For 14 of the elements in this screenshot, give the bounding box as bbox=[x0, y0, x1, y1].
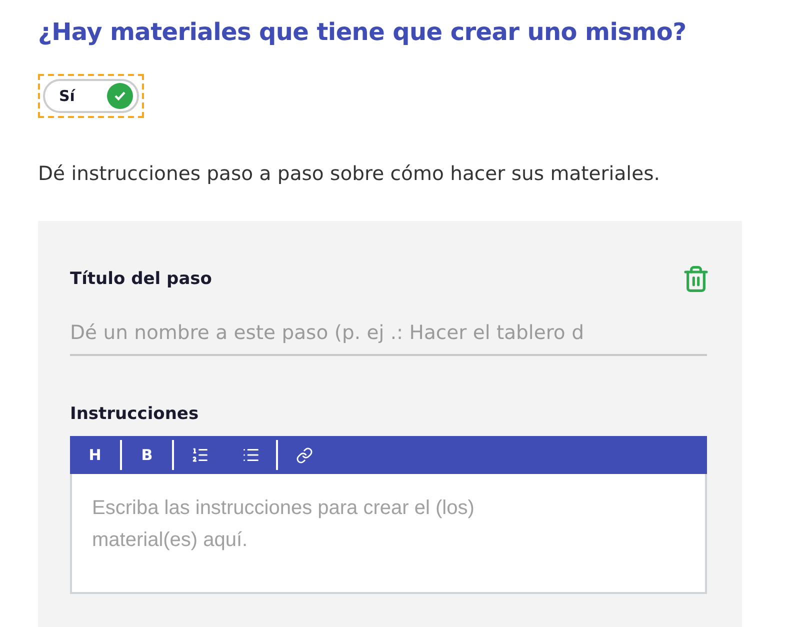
format-button[interactable]: B bbox=[122, 440, 174, 470]
delete-icon[interactable] bbox=[682, 265, 710, 293]
link-icon bbox=[296, 446, 312, 464]
step-title-label: Título del paso bbox=[70, 269, 212, 289]
format-button[interactable]: H bbox=[70, 440, 122, 470]
numbered-list-icon bbox=[191, 446, 209, 464]
instructions-description: Dé instrucciones paso a paso sobre cómo hacer sus materiales. bbox=[38, 162, 661, 185]
instructions-field[interactable]: Escriba las instrucciones para crear el (los) material(es) aquí. bbox=[70, 474, 707, 594]
question-title: ¿Hay materiales que tiene que crear uno mismo? bbox=[38, 18, 688, 46]
bullet-list-icon bbox=[242, 446, 260, 464]
check-icon bbox=[114, 91, 126, 101]
yes-toggle[interactable]: Sí bbox=[43, 79, 139, 113]
step-title-field[interactable]: Dé un nombre a este paso (p. ej .: Hacer el tablero d bbox=[70, 315, 707, 356]
instructions-label: Instrucciones bbox=[70, 404, 200, 424]
